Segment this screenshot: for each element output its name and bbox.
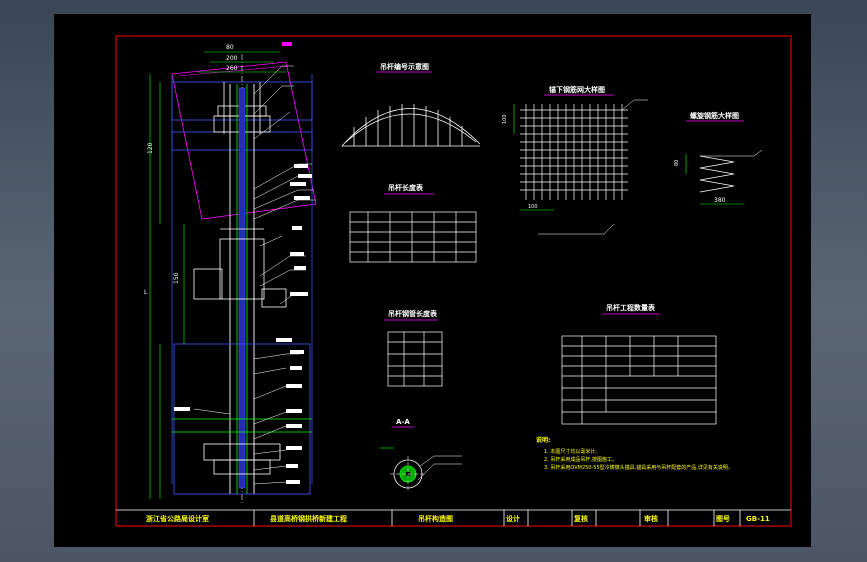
dim-top-c: 260 — [226, 65, 238, 72]
title-block — [116, 509, 791, 526]
dim-length: L — [144, 289, 148, 296]
tb-number: GB-11 — [746, 515, 770, 523]
notes: 说明: 1. 本图尺寸均以毫米计。 2. 吊杆采用成品吊杆,按图施工。 3. 吊… — [536, 436, 733, 471]
tb-review-label: 复核 — [573, 514, 588, 523]
title-steel-table: 吊杆钢管长度表 — [388, 309, 438, 318]
length-table — [349, 211, 477, 263]
note-1: 1. 本图尺寸均以毫米计。 — [544, 448, 600, 455]
drawing-border — [115, 35, 792, 527]
tb-unit: 浙江省公路局设计室 — [146, 514, 209, 523]
drawing-canvas[interactable]: 80 200 260 L 120 150 吊杆编号示意图 锚下钢筋网大样图 10… — [54, 14, 811, 547]
dim-spiral-h: 80 — [674, 160, 680, 166]
quantity-table — [561, 335, 717, 425]
notes-title: 说明: — [536, 436, 550, 444]
mesh-detail — [520, 99, 648, 235]
dim-middle: 150 — [173, 272, 180, 284]
title-hanger-layout: 吊杆编号示意图 — [380, 62, 429, 71]
title-length-table: 吊杆长度表 — [388, 183, 424, 192]
note-2: 2. 吊杆采用成品吊杆,按图施工。 — [544, 456, 617, 463]
tb-design-label: 设计 — [506, 514, 520, 523]
hanger-layout-arc — [341, 104, 481, 147]
dim-mesh-b: 100 — [528, 204, 538, 210]
title-mesh-detail: 锚下钢筋网大样图 — [549, 85, 605, 94]
title-spiral-detail: 螺旋钢筋大样图 — [690, 111, 739, 120]
tb-number-label: 图号 — [716, 514, 730, 523]
tb-project: 县道高桥钢拱桥新建工程 — [270, 514, 347, 523]
dim-top-a: 80 — [226, 44, 234, 51]
dim-spiral-w: 380 — [714, 197, 726, 204]
tb-approve-label: 审核 — [644, 514, 658, 523]
note-3: 3. 吊杆采用OVM250-55型冷铸镦头锚具,锚具采用与吊杆配套的产品,详见有… — [544, 464, 733, 471]
dim-upper: 120 — [147, 142, 154, 154]
title-quantity-table: 吊杆工程数量表 — [606, 303, 656, 312]
tb-drawing-name: 吊杆构造图 — [418, 514, 453, 523]
steel-table — [387, 331, 443, 387]
dim-mesh-a: 100 — [502, 114, 508, 124]
dim-top-b: 200 — [226, 55, 238, 62]
spiral-detail — [699, 149, 763, 193]
section-a-a — [380, 447, 462, 492]
title-section: A-A — [396, 418, 410, 426]
